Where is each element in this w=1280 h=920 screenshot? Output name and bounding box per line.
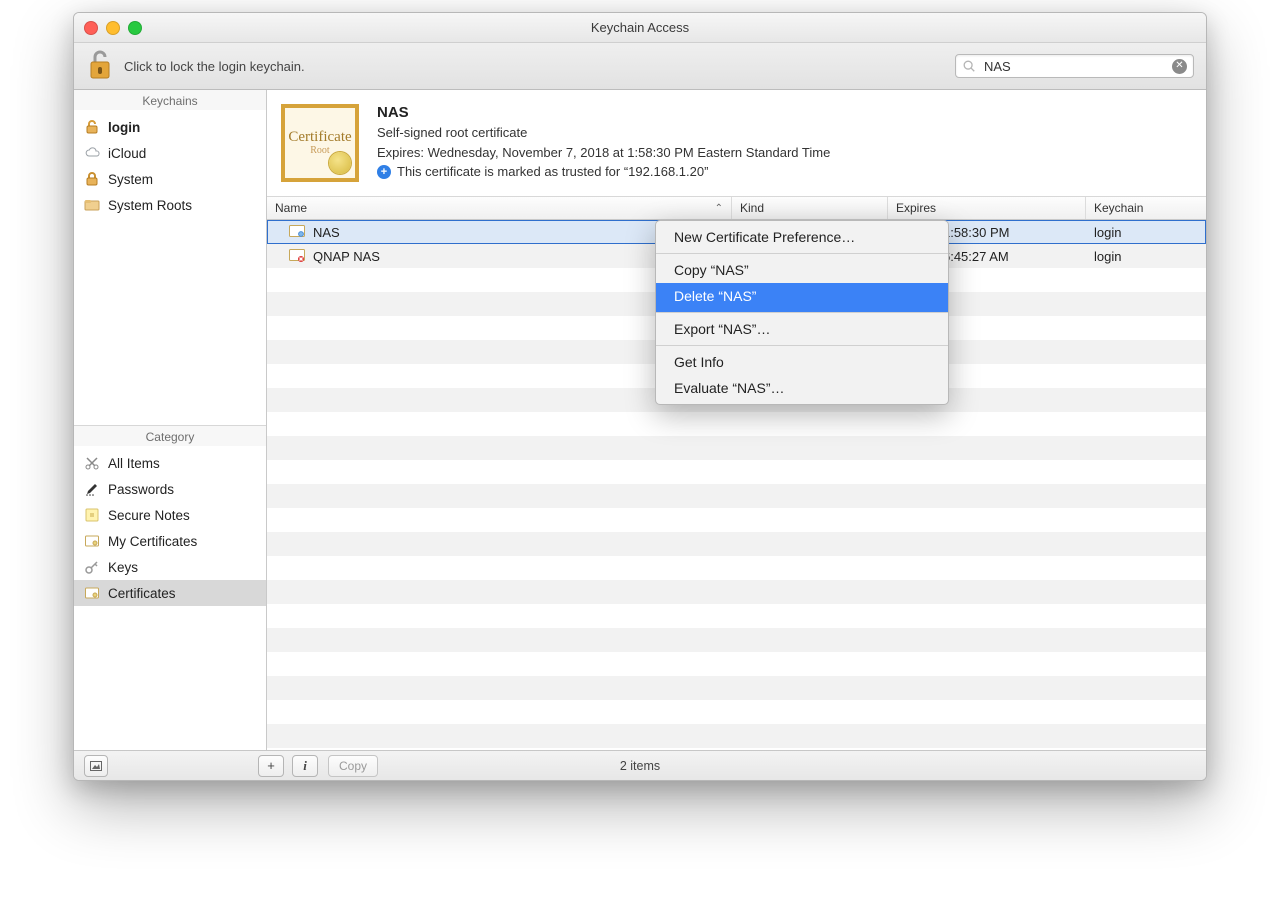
cert-icon bbox=[84, 585, 100, 601]
sidebar-item-label: All Items bbox=[108, 456, 160, 471]
certificate-trust-status: + This certificate is marked as trusted … bbox=[377, 162, 830, 182]
main-pane: Certificate Root NAS Self-signed root ce… bbox=[267, 90, 1206, 750]
sidebar-category-keys[interactable]: Keys bbox=[74, 554, 266, 580]
menu-item-delete[interactable]: Delete “NAS” bbox=[656, 283, 948, 312]
sidebar-category-my-certificates[interactable]: My Certificates bbox=[74, 528, 266, 554]
window-title: Keychain Access bbox=[74, 20, 1206, 35]
cell-name: NAS bbox=[313, 225, 340, 240]
sidebar-item-label: login bbox=[108, 120, 140, 135]
sidebar-category-all[interactable]: All Items bbox=[74, 450, 266, 476]
table-body: NAS 2018 at 1:58:30 PM login QNA bbox=[267, 220, 1206, 750]
show-preview-button[interactable] bbox=[84, 755, 108, 777]
sidebar-header-category: Category bbox=[74, 426, 266, 446]
sidebar-item-label: Certificates bbox=[108, 586, 176, 601]
cert-icon bbox=[289, 225, 305, 239]
item-count: 2 items bbox=[74, 759, 1206, 773]
cell-keychain: login bbox=[1086, 225, 1206, 240]
folder-cert-icon bbox=[84, 197, 100, 213]
certificate-expires: Expires: Wednesday, November 7, 2018 at … bbox=[377, 143, 830, 163]
sidebar-header-keychains: Keychains bbox=[74, 90, 266, 110]
clear-search-icon[interactable]: ✕ bbox=[1172, 59, 1187, 74]
table-header: Name ⌃ Kind Expires Keychain bbox=[267, 197, 1206, 220]
footer: + i Copy 2 items bbox=[74, 750, 1206, 780]
search-input[interactable] bbox=[982, 58, 1172, 75]
info-button[interactable]: i bbox=[292, 755, 318, 777]
search-field[interactable]: ✕ bbox=[955, 54, 1194, 78]
sidebar-item-label: My Certificates bbox=[108, 534, 197, 549]
sidebar-item-label: System bbox=[108, 172, 153, 187]
toolbar: Click to lock the login keychain. ✕ bbox=[74, 43, 1206, 90]
sidebar-category-secure-notes[interactable]: Secure Notes bbox=[74, 502, 266, 528]
sidebar-keychain-system[interactable]: System bbox=[74, 166, 266, 192]
toolbar-message: Click to lock the login keychain. bbox=[124, 59, 955, 74]
context-menu: New Certificate Preference… Copy “NAS” D… bbox=[655, 220, 949, 405]
certificate-kind: Self-signed root certificate bbox=[377, 123, 830, 143]
key-icon bbox=[84, 559, 100, 575]
sidebar-category-certificates[interactable]: Certificates bbox=[74, 580, 266, 606]
lock-open-icon bbox=[84, 119, 100, 135]
sidebar-keychain-icloud[interactable]: iCloud bbox=[74, 140, 266, 166]
column-header-name[interactable]: Name ⌃ bbox=[267, 197, 732, 219]
certificate-detail: Certificate Root NAS Self-signed root ce… bbox=[267, 90, 1206, 197]
lock-keychain-icon[interactable] bbox=[86, 49, 114, 83]
pencil-icon bbox=[84, 481, 100, 497]
sidebar-keychain-login[interactable]: login bbox=[74, 114, 266, 140]
trust-plus-icon: + bbox=[377, 165, 391, 179]
sidebar-item-label: Passwords bbox=[108, 482, 174, 497]
sidebar-item-label: System Roots bbox=[108, 198, 192, 213]
certificate-name: NAS bbox=[377, 104, 830, 121]
cloud-icon bbox=[84, 145, 100, 161]
sidebar: Keychains login iCloud bbox=[74, 90, 267, 750]
column-header-kind[interactable]: Kind bbox=[732, 197, 888, 219]
sidebar-item-label: iCloud bbox=[108, 146, 146, 161]
menu-item-export[interactable]: Export “NAS”… bbox=[656, 313, 948, 345]
cert-icon bbox=[84, 533, 100, 549]
sidebar-item-label: Secure Notes bbox=[108, 508, 190, 523]
column-header-keychain[interactable]: Keychain bbox=[1086, 197, 1206, 219]
sidebar-keychain-system-roots[interactable]: System Roots bbox=[74, 192, 266, 218]
search-icon bbox=[962, 59, 976, 73]
cell-keychain: login bbox=[1086, 249, 1206, 264]
column-header-expires[interactable]: Expires bbox=[888, 197, 1086, 219]
keys-crossed-icon bbox=[84, 455, 100, 471]
app-window: Keychain Access Click to lock the login … bbox=[73, 12, 1207, 781]
sort-asc-icon: ⌃ bbox=[715, 203, 723, 214]
menu-item-new-cert-pref[interactable]: New Certificate Preference… bbox=[656, 221, 948, 253]
note-icon bbox=[84, 507, 100, 523]
certificate-large-icon: Certificate Root bbox=[281, 104, 359, 182]
sidebar-category-passwords[interactable]: Passwords bbox=[74, 476, 266, 502]
menu-item-copy[interactable]: Copy “NAS” bbox=[656, 254, 948, 283]
menu-item-get-info[interactable]: Get Info bbox=[656, 346, 948, 375]
copy-button[interactable]: Copy bbox=[328, 755, 378, 777]
sidebar-item-label: Keys bbox=[108, 560, 138, 575]
lock-icon bbox=[84, 171, 100, 187]
add-button[interactable]: + bbox=[258, 755, 284, 777]
cert-bad-icon bbox=[289, 249, 305, 263]
titlebar: Keychain Access bbox=[74, 13, 1206, 43]
menu-item-evaluate[interactable]: Evaluate “NAS”… bbox=[656, 375, 948, 404]
cell-name: QNAP NAS bbox=[313, 249, 380, 264]
